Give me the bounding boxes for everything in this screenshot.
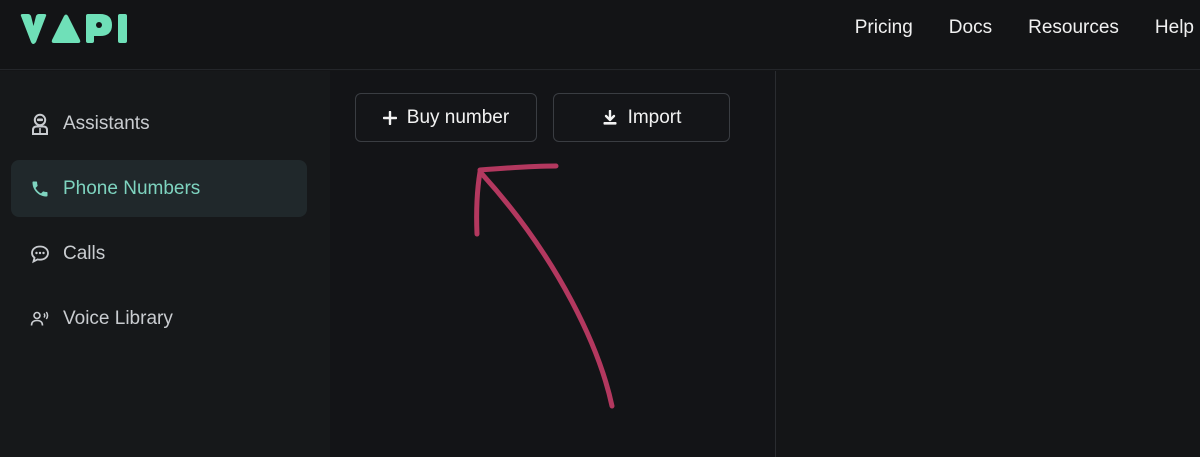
robot-icon [29,113,51,135]
main-nav: Pricing Docs Resources Help [819,0,1200,56]
sidebar-item-calls[interactable]: Calls [11,225,307,282]
sidebar: Assistants Phone Numbers Calls Voice Lib… [0,71,330,457]
phone-icon [29,178,51,200]
sidebar-item-assistants[interactable]: Assistants [11,95,307,152]
nav-resources[interactable]: Resources [1028,17,1119,39]
voice-user-icon [29,308,51,330]
top-navigation-bar: Pricing Docs Resources Help [0,0,1200,70]
sidebar-item-label: Voice Library [63,307,173,329]
nav-docs[interactable]: Docs [949,17,992,39]
sidebar-item-phone-numbers[interactable]: Phone Numbers [11,160,307,217]
buy-number-button[interactable]: Buy number [355,93,537,142]
import-button[interactable]: Import [553,93,730,142]
buy-number-label: Buy number [406,106,510,128]
vapi-logo[interactable] [18,12,140,46]
sidebar-item-label: Assistants [63,112,150,134]
nav-pricing[interactable]: Pricing [855,17,913,39]
plus-icon [382,110,397,125]
download-icon [602,109,618,126]
import-label: Import [627,106,682,128]
nav-help[interactable]: Help [1155,17,1194,39]
sidebar-item-label: Phone Numbers [63,177,201,199]
sidebar-item-label: Calls [63,242,106,264]
sidebar-item-voice-library[interactable]: Voice Library [11,290,307,347]
chat-bubble-icon [29,243,51,265]
detail-pane [776,71,1200,457]
